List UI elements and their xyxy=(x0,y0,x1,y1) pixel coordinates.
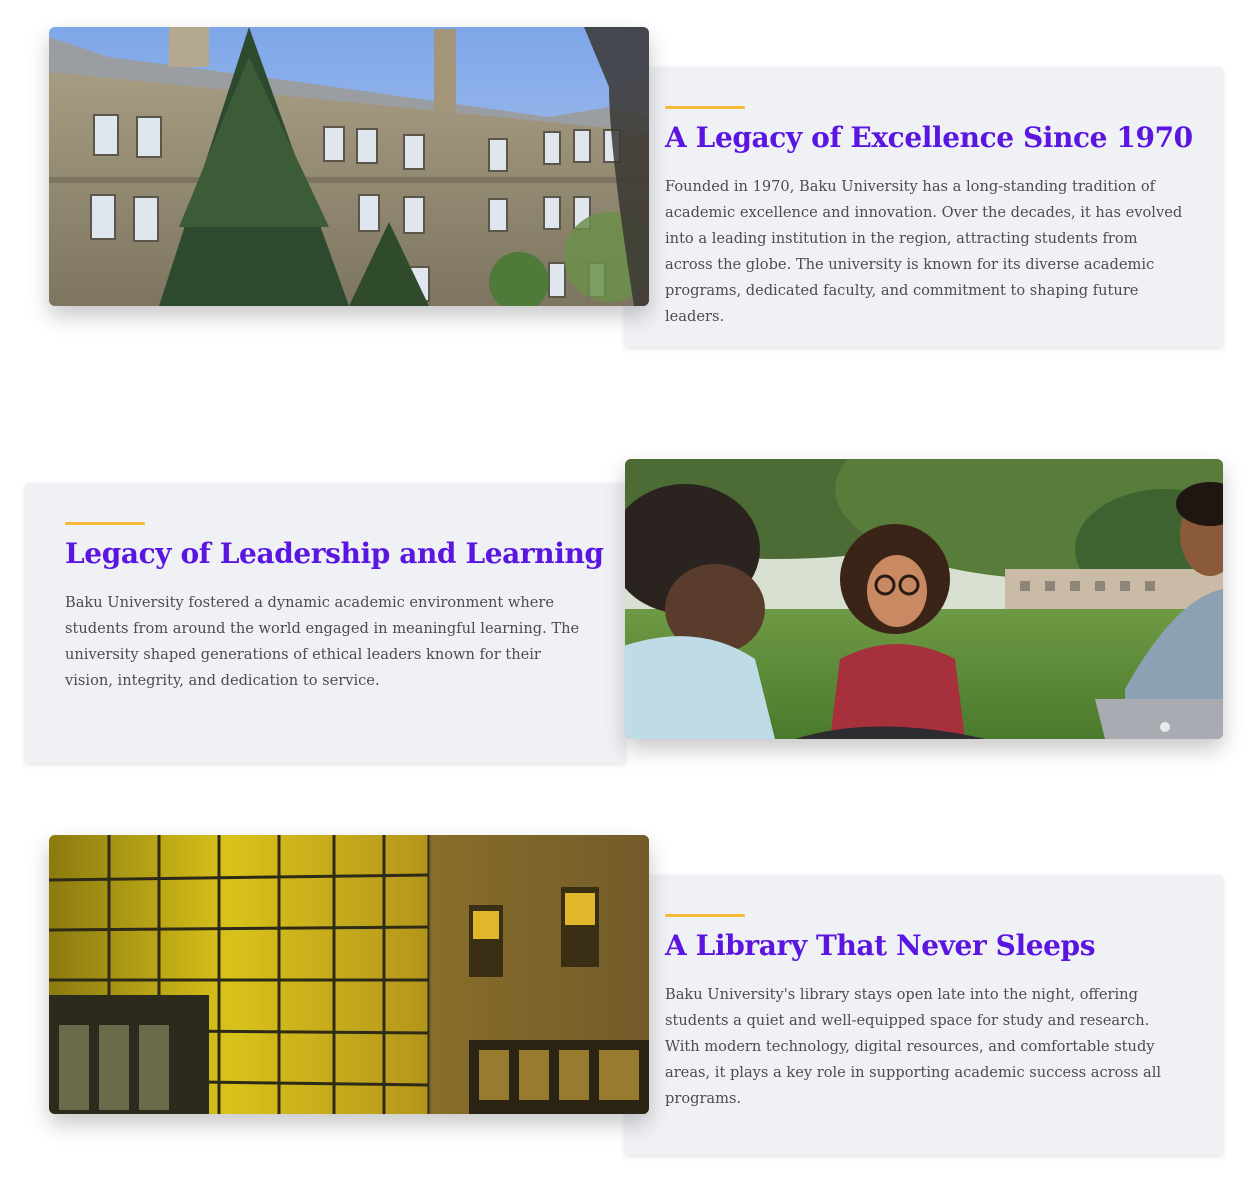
section-description: Founded in 1970, Baku University has a l… xyxy=(665,178,1183,325)
heading-accent-bar xyxy=(65,522,145,525)
students-illustration xyxy=(625,459,1223,739)
library-building-photo xyxy=(49,835,649,1114)
section-heading: A Legacy of Excellence Since 1970 xyxy=(665,121,1193,154)
section-description: Baku University's library stays open lat… xyxy=(665,986,1162,1107)
students-on-lawn-photo xyxy=(625,459,1223,739)
section-heading: A Library That Never Sleeps xyxy=(665,929,1096,962)
heading-accent-bar xyxy=(665,106,745,109)
section-description: Baku University fostered a dynamic acade… xyxy=(65,594,580,689)
building-illustration xyxy=(49,27,649,306)
section-heading: Legacy of Leadership and Learning xyxy=(65,537,604,570)
heading-accent-bar xyxy=(665,914,745,917)
library-illustration xyxy=(49,835,649,1114)
university-building-photo xyxy=(49,27,649,306)
